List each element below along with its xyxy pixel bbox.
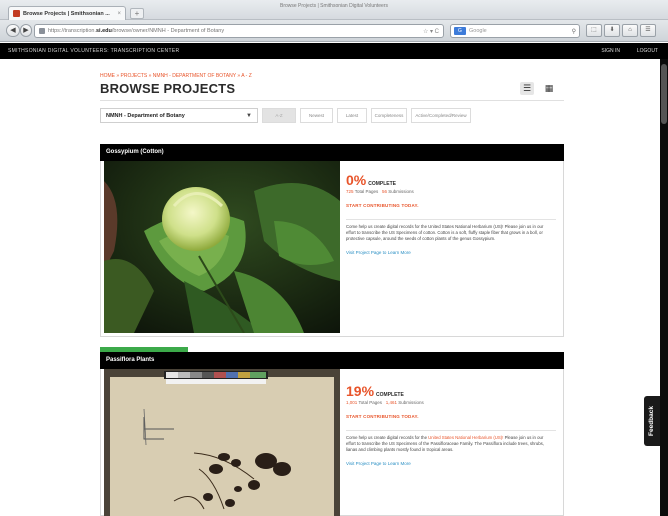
start-contributing-link[interactable]: START CONTRIBUTING TODAY. (346, 203, 556, 208)
menu-button[interactable]: ☰ (640, 24, 656, 37)
bookmarks-button[interactable]: ⬚ (586, 24, 602, 37)
project-description: Come help us create digital records for … (346, 224, 544, 241)
complete-label: COMPLETE (376, 392, 404, 398)
logout-link[interactable]: LOGOUT (637, 48, 658, 54)
forward-button[interactable]: ▶ (20, 24, 32, 37)
visit-project-link[interactable]: Visit Project Page to Learn More (346, 250, 556, 255)
divider (346, 430, 556, 431)
page-title: BROWSE PROJECTS (100, 81, 236, 96)
back-button[interactable]: ◀ (6, 24, 20, 37)
scrollbar-thumb[interactable] (661, 64, 667, 124)
project-card-header: Passiflora Plants (100, 352, 564, 369)
progress-summary: 0% COMPLETE (346, 173, 556, 187)
new-tab-button[interactable]: + (130, 8, 144, 19)
project-info: 19% COMPLETE 1,001 Total Pages 1,461 Sub… (346, 384, 556, 466)
project-title[interactable]: Passiflora Plants (106, 357, 154, 363)
chevron-down-icon: ▼ (246, 112, 252, 119)
grid-view-icon[interactable]: ▦ (542, 82, 556, 95)
feedback-label: Feedback (648, 406, 655, 436)
site-name[interactable]: SMITHSONIAN DIGITAL VOLUNTEERS: TRANSCRI… (8, 48, 179, 54)
feedback-tab[interactable]: Feedback (644, 396, 660, 446)
sign-in-link[interactable]: SIGN IN (601, 48, 620, 54)
passiflora-specimen-image[interactable] (104, 369, 340, 516)
search-engine-label: Google (469, 28, 487, 34)
submissions-count: 1,461 (385, 400, 397, 405)
smithsonian-favicon-icon (13, 10, 20, 17)
submissions-count: 56 (381, 189, 387, 194)
herbarium-sheet-photo (104, 369, 340, 516)
submissions-label: Submissions (398, 400, 424, 405)
downloads-button[interactable]: ⬇ (604, 24, 620, 37)
total-pages-label: Total Pages (354, 189, 379, 194)
complete-label: COMPLETE (368, 181, 397, 187)
owner-filter-value: NMNH - Department of Botany (106, 112, 185, 119)
browser-tab[interactable]: Browse Projects | Smithsonian ... × (8, 6, 126, 20)
project-stats: 1,001 Total Pages 1,461 Submissions (346, 400, 556, 405)
project-title[interactable]: Gossypium (Cotton) (106, 149, 164, 155)
project-info: 0% COMPLETE 725 Total Pages 56 Submissio… (346, 173, 556, 255)
sort-newest-button[interactable]: Newest (300, 108, 333, 123)
tab-label: Browse Projects | Smithsonian ... (23, 10, 110, 17)
project-card-header: Gossypium (Cotton) (100, 144, 564, 161)
project-description: Come help us create digital records for … (346, 435, 544, 452)
lock-icon (39, 28, 45, 34)
cotton-plant-image[interactable] (104, 161, 340, 333)
browser-titlebar: Browse Projects | Smithsonian Digital Vo… (0, 0, 668, 20)
search-bar[interactable]: G Google ⚲ (450, 24, 580, 38)
total-pages-count: 725 (346, 189, 354, 194)
home-button[interactable]: ⌂ (622, 24, 638, 37)
total-pages-label: Total Pages (358, 400, 382, 405)
tab-close-icon[interactable]: × (117, 11, 121, 17)
browser-navbar: ◀ ▶ https://transcription.si.edu/browse/… (0, 20, 668, 42)
project-stats: 725 Total Pages 56 Submissions (346, 189, 556, 194)
start-contributing-link[interactable]: START CONTRIBUTING TODAY. (346, 414, 556, 419)
owner-filter-select[interactable]: NMNH - Department of Botany ▼ (100, 108, 258, 123)
submissions-label: Submissions (388, 189, 414, 194)
google-icon[interactable]: G (454, 27, 466, 35)
filter-status-button[interactable]: Active/Completed/Review (411, 108, 471, 123)
cotton-plant-photo (104, 161, 340, 333)
breadcrumb[interactable]: HOME » PROJECTS » NMNH - DEPARTMENT OF B… (100, 73, 252, 79)
sort-latest-button[interactable]: Latest (337, 108, 367, 123)
percent-complete: 0% (346, 172, 367, 188)
divider (346, 219, 556, 220)
herbarium-link[interactable]: United States National Herbarium (US)! (428, 435, 503, 440)
progress-summary: 19% COMPLETE (346, 384, 556, 398)
url-text[interactable]: https://transcription.si.edu/browse/owne… (48, 28, 420, 34)
visit-project-link[interactable]: Visit Project Page to Learn More (346, 461, 556, 466)
total-pages-count: 1,001 (346, 400, 358, 405)
divider (100, 100, 564, 101)
sort-completeness-button[interactable]: Completeness (371, 108, 407, 123)
list-view-icon[interactable]: ☰ (520, 82, 534, 95)
sort-a-z-button[interactable]: A-Z (262, 108, 296, 123)
search-icon[interactable]: ⚲ (572, 28, 576, 35)
page-scrollbar[interactable] (660, 59, 668, 516)
bookmark-star-icon[interactable]: ☆ ▾ C (423, 28, 439, 35)
site-header: SMITHSONIAN DIGITAL VOLUNTEERS: TRANSCRI… (0, 43, 668, 59)
address-bar[interactable]: https://transcription.si.edu/browse/owne… (34, 24, 444, 38)
percent-complete: 19% (346, 383, 375, 399)
